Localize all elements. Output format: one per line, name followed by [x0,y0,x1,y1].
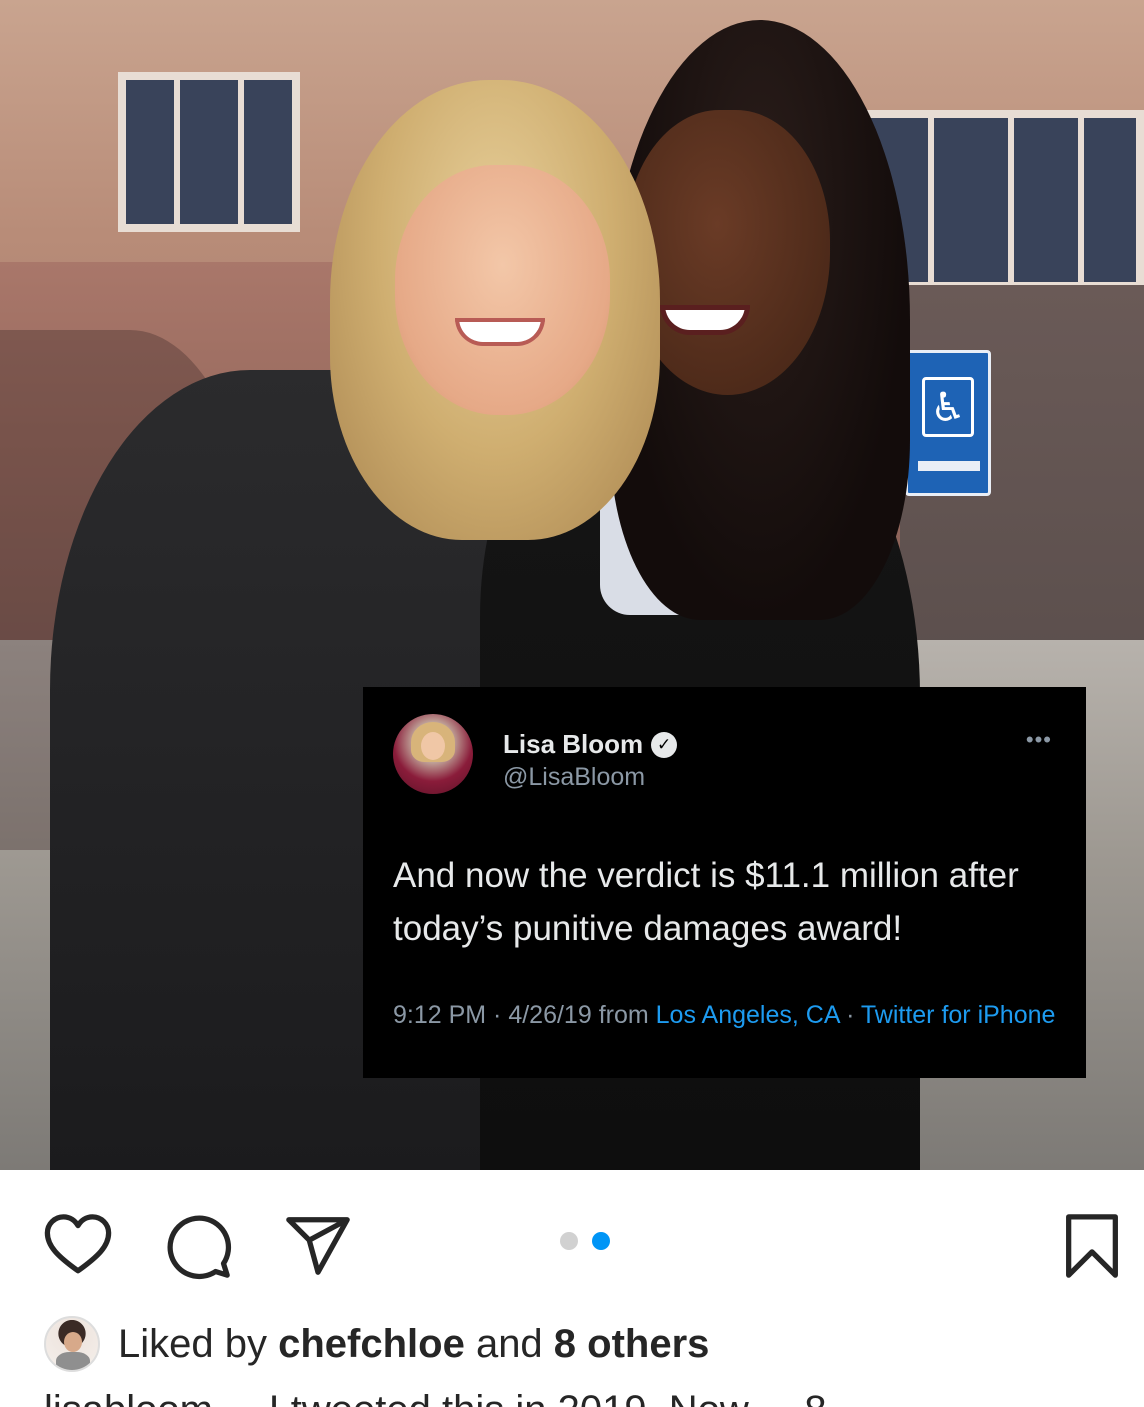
caption-preview: lisabloom ... I tweeted this in 2019. No… [44,1388,1104,1407]
tweet-avatar [393,714,473,794]
accessibility-sign: ♿ [905,350,991,496]
person-left-smile [455,318,545,346]
comment-icon [167,1215,232,1280]
tweet-source: Twitter for iPhone [860,1001,1056,1029]
tweet-handle: @LisaBloom [503,763,646,791]
tweet-location: Los Angeles, CA [655,1001,840,1029]
likes-middle: and [464,1321,554,1366]
verified-icon: ✓ [651,731,678,758]
wheelchair-icon: ♿ [922,377,974,437]
more-icon: ••• [1025,727,1052,752]
comment-button[interactable] [162,1210,234,1282]
heart-icon [44,1214,112,1274]
meta-separator: · [486,1001,509,1029]
likes-others[interactable]: 8 others [554,1322,710,1366]
like-button[interactable] [42,1210,114,1282]
tweet-text: And now the verdict is $11.1 million aft… [393,856,1019,948]
share-icon [286,1217,350,1275]
save-button[interactable] [1056,1210,1128,1282]
tweet-card: Lisa Bloom ✓ @LisaBloom ••• And now the … [363,687,1086,1078]
likes-row[interactable]: Liked by chefchloe and 8 others [44,1316,709,1372]
meta-separator: · [839,1001,861,1029]
tweet-author-name: Lisa Bloom [503,729,644,759]
likes-text: Liked by chefchloe and 8 others [118,1322,709,1367]
building-window [118,72,300,232]
bookmark-icon [1066,1214,1118,1278]
person-left-face [395,165,610,415]
likes-prefix: Liked by [118,1321,279,1366]
post-photo[interactable]: ♿ Lisa Bloom ✓ @LisaBloom ••• And now th… [0,0,1144,1170]
tweet-time: 9:12 PM [393,1001,487,1029]
tweet-date: 4/26/19 [508,1001,592,1029]
post-action-bar [0,1170,1144,1310]
tweet-meta: 9:12 PM · 4/26/19 from Los Angeles, CA ·… [393,997,1063,1034]
liker-avatar[interactable] [44,1316,100,1372]
tweet-name-row: Lisa Bloom ✓ [503,729,678,760]
carousel-indicator [560,1232,610,1250]
share-button[interactable] [282,1210,354,1282]
carousel-dot [560,1232,578,1250]
carousel-dot-active [592,1232,610,1250]
meta-from: from [591,1001,656,1029]
liker-username[interactable]: chefchloe [278,1322,465,1366]
